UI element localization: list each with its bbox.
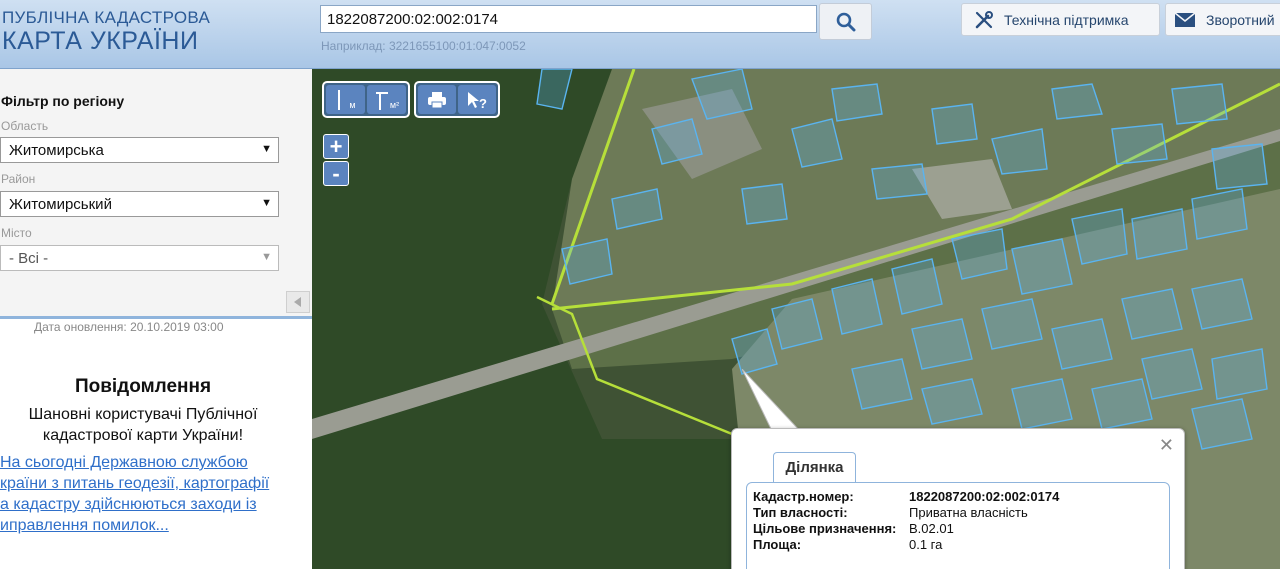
popup-pointer [742,369,801,431]
city-value: - Всі - [9,250,49,267]
cursor-icon [468,91,480,108]
cadastral-number-value: 1822087200:02:002:0174 [909,489,1060,504]
detail-key: Цільове призначення: [753,521,897,536]
parcel-info-popup: ✕ Ділянка Кадастр.номер: 1822087200:02:00… [731,428,1185,569]
print-info-toolbar: ? [414,81,500,118]
zoom-out-button[interactable]: - [323,161,349,186]
collapse-sidebar-button[interactable] [286,291,310,313]
identify-button[interactable]: ? [458,85,496,114]
region-select[interactable]: Житомирська ▼ [0,137,279,163]
notice-link[interactable]: На сьогодні Державною службою країни з п… [0,452,301,536]
divider [0,316,312,319]
tech-support-label: Технічна підтримка [1004,11,1129,28]
feedback-label: Зворотний [1206,11,1275,28]
dropdown-arrow-icon: ▼ [261,197,272,209]
area-value: 0.1 га [909,537,943,552]
print-button[interactable] [418,85,456,114]
district-label: Район [1,172,36,186]
tools-icon [975,10,993,28]
sidebar: Фільтр по регіону Область Житомирська ▼ … [0,69,312,569]
zoom-in-button[interactable]: + [323,134,349,159]
detail-key: Тип власності: [753,505,848,520]
feedback-button[interactable]: Зворотний [1165,3,1280,36]
dropdown-arrow-icon: ▼ [261,143,272,155]
close-icon[interactable]: ✕ [1159,435,1174,456]
printer-icon [428,91,446,108]
city-select[interactable]: - Всі - ▼ [0,245,279,271]
tab-parcel[interactable]: Ділянка [773,452,856,482]
area-ruler-icon [375,91,388,110]
purpose-value: B.02.01 [909,521,954,536]
triangle-left-icon [294,297,301,307]
filter-title: Фільтр по регіону [1,93,125,109]
detail-row: Тип власності: Приватна власність [753,505,1028,520]
logo-title-line2: КАРТА УКРАЇНИ [2,27,199,55]
measure-distance-label: м [349,99,356,110]
measure-distance-button[interactable]: м [326,85,365,114]
detail-row: Кадастр.номер: 1822087200:02:002:0174 [753,489,1059,504]
identify-label: ? [479,96,487,111]
district-value: Житомирський [9,196,112,213]
measure-area-button[interactable]: м² [367,85,406,114]
header: ПУБЛІЧНА КАДАСТРОВА КАРТА УКРАЇНИ Наприк… [0,0,1280,69]
measure-area-label: м² [389,99,400,110]
dropdown-arrow-icon: ▼ [261,251,272,263]
envelope-icon [1174,11,1196,27]
detail-row: Цільове призначення: B.02.01 [753,521,954,536]
notice-text: Шановні користувачі Публічної кадастрово… [28,406,258,444]
logo-title-line1: ПУБЛІЧНА КАДАСТРОВА [2,8,211,27]
detail-key: Кадастр.номер: [753,489,854,504]
region-label: Область [1,119,49,133]
region-value: Житомирська [9,142,104,159]
search-button[interactable] [819,3,872,40]
region-filter-panel: Фільтр по регіону Область Житомирська ▼ … [0,69,312,316]
map-view[interactable]: м м² ? + - ✕ Ділянка Кадастр.номер: 18220… [312,69,1280,569]
notice-title: Повідомлення [74,376,212,397]
detail-key: Площа: [753,537,802,552]
detail-row: Площа: 0.1 га [753,537,942,552]
city-label: Місто [1,226,32,240]
district-select[interactable]: Житомирський ▼ [0,191,279,217]
search-icon [836,12,855,31]
search-input[interactable] [320,5,817,33]
update-date: Дата оновлення: 20.10.2019 03:00 [34,320,224,334]
measure-toolbar: м м² [322,81,410,118]
parcel-details: Кадастр.номер: 1822087200:02:002:0174 Тип… [746,482,1170,569]
search-example-hint: Наприклад: 3221655100:01:047:0052 [321,39,526,53]
tech-support-button[interactable]: Технічна підтримка [961,3,1160,36]
ruler-icon [338,89,341,110]
ownership-type-value: Приватна власність [909,505,1028,520]
